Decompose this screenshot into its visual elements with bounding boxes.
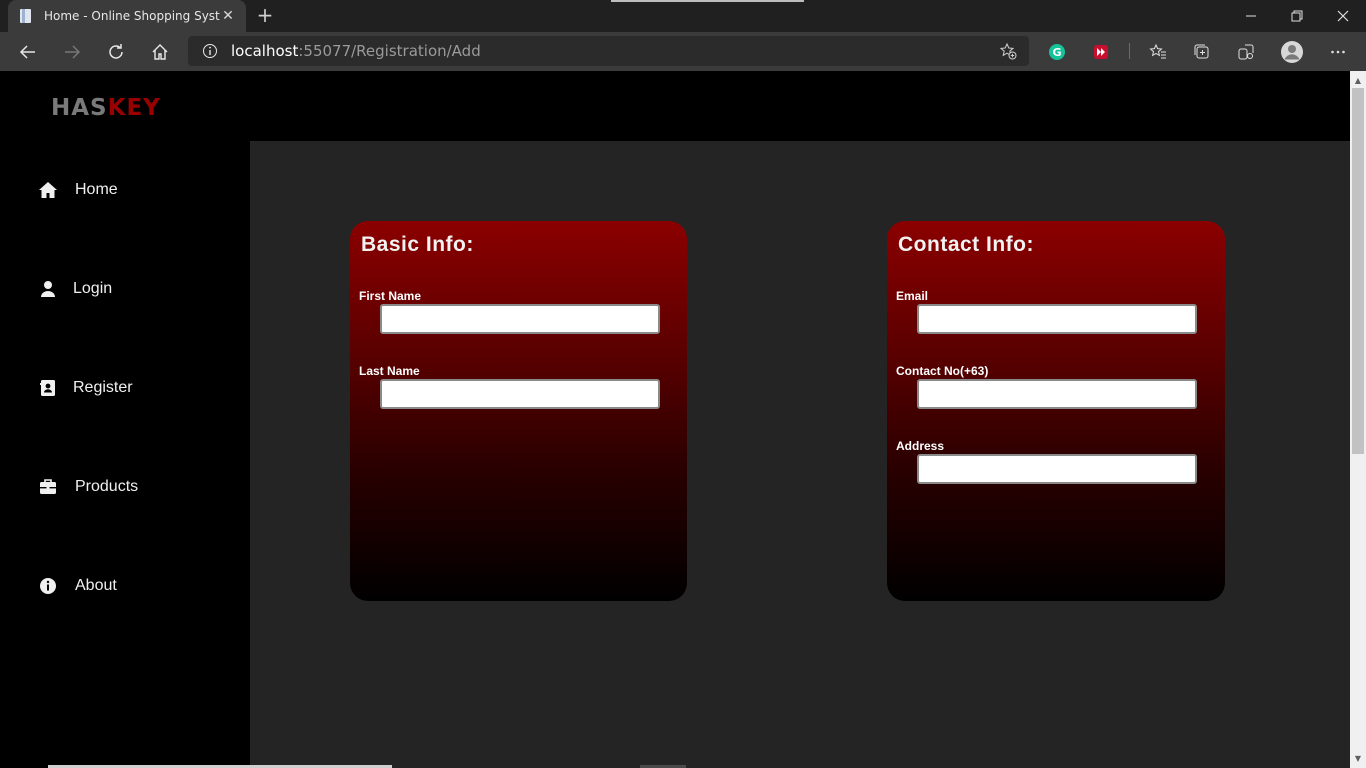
logo-part-has: HAS (51, 95, 108, 121)
last-name-input[interactable] (380, 379, 660, 409)
sidebar-item-about[interactable]: About (38, 571, 117, 601)
sidebar-item-register[interactable]: Register (38, 373, 133, 403)
svg-text:G: G (1052, 46, 1061, 59)
contact-card-icon (38, 378, 58, 398)
contact-no-label: Contact No(+63) (896, 364, 989, 378)
browser-essentials-icon[interactable] (1230, 36, 1262, 68)
favorites-icon[interactable] (1142, 36, 1174, 68)
sidebar: Home Login Register Products About (0, 141, 250, 768)
collections-icon[interactable] (1186, 36, 1218, 68)
sidebar-item-login[interactable]: Login (38, 274, 112, 304)
tab-title: Home - Online Shopping System (44, 9, 220, 23)
new-tab-button[interactable]: + (255, 5, 275, 26)
basic-info-card: Basic Info: First Name Last Name (350, 221, 687, 601)
restore-button[interactable] (1274, 0, 1320, 32)
sidebar-item-label: Register (73, 379, 133, 396)
scroll-up-arrow-icon[interactable]: ▲ (1350, 72, 1366, 88)
contact-info-card: Contact Info: Email Contact No(+63) Addr… (887, 221, 1225, 601)
minimize-button[interactable] (1228, 0, 1274, 32)
refresh-button[interactable] (100, 36, 132, 68)
grammarly-extension-icon[interactable]: G (1041, 36, 1073, 68)
logo-part-key: KEY (107, 95, 161, 121)
site-header: HASKEY (0, 71, 1350, 141)
sidebar-item-label: Products (75, 478, 139, 495)
scrollbar-thumb[interactable] (1352, 88, 1364, 454)
site-logo[interactable]: HASKEY (51, 95, 161, 121)
sidebar-item-products[interactable]: Products (38, 472, 138, 502)
video-speed-extension-icon[interactable] (1085, 36, 1117, 68)
browser-toolbar: localhost :55077/Registration/Add G (0, 32, 1366, 71)
toolbar-separator (1129, 43, 1130, 59)
web-page: HASKEY Home Login Register Products Abou… (0, 71, 1350, 768)
contact-no-input[interactable] (917, 379, 1197, 409)
url-host: localhost (231, 42, 299, 60)
home-icon (38, 180, 58, 200)
address-bar[interactable]: localhost :55077/Registration/Add (188, 36, 1029, 66)
scroll-down-arrow-icon[interactable]: ▼ (1350, 750, 1366, 766)
sidebar-item-label: Login (73, 280, 113, 297)
address-input[interactable] (917, 454, 1197, 484)
forward-button[interactable] (56, 36, 88, 68)
site-info-icon[interactable] (202, 43, 218, 59)
sidebar-item-label: About (75, 577, 117, 594)
tab-close-icon[interactable]: ✕ (220, 8, 236, 24)
address-label: Address (896, 439, 945, 453)
email-input[interactable] (917, 304, 1197, 334)
add-favorite-icon[interactable] (999, 42, 1017, 60)
basic-info-heading: Basic Info: (361, 233, 474, 256)
main-content: Basic Info: First Name Last Name Contact… (250, 141, 1350, 768)
browser-tab[interactable]: Home - Online Shopping System ✕ (8, 0, 246, 32)
profile-avatar[interactable] (1276, 36, 1308, 68)
user-icon (38, 279, 58, 299)
first-name-input[interactable] (380, 304, 660, 334)
contact-info-heading: Contact Info: (898, 233, 1034, 256)
url-path: :55077/Registration/Add (298, 42, 481, 60)
browser-titlebar: Home - Online Shopping System ✕ + (0, 0, 1366, 32)
settings-more-icon[interactable] (1322, 36, 1354, 68)
sidebar-item-label: Home (75, 181, 118, 198)
sidebar-item-home[interactable]: Home (38, 175, 118, 205)
home-button[interactable] (144, 36, 176, 68)
last-name-label: Last Name (359, 364, 420, 378)
page-icon (18, 8, 34, 24)
close-window-button[interactable] (1320, 0, 1366, 32)
info-icon (38, 576, 58, 596)
briefcase-icon (38, 477, 58, 497)
window-drag-strip (611, 0, 804, 2)
first-name-label: First Name (359, 289, 422, 303)
email-label: Email (896, 289, 929, 303)
back-button[interactable] (12, 36, 44, 68)
